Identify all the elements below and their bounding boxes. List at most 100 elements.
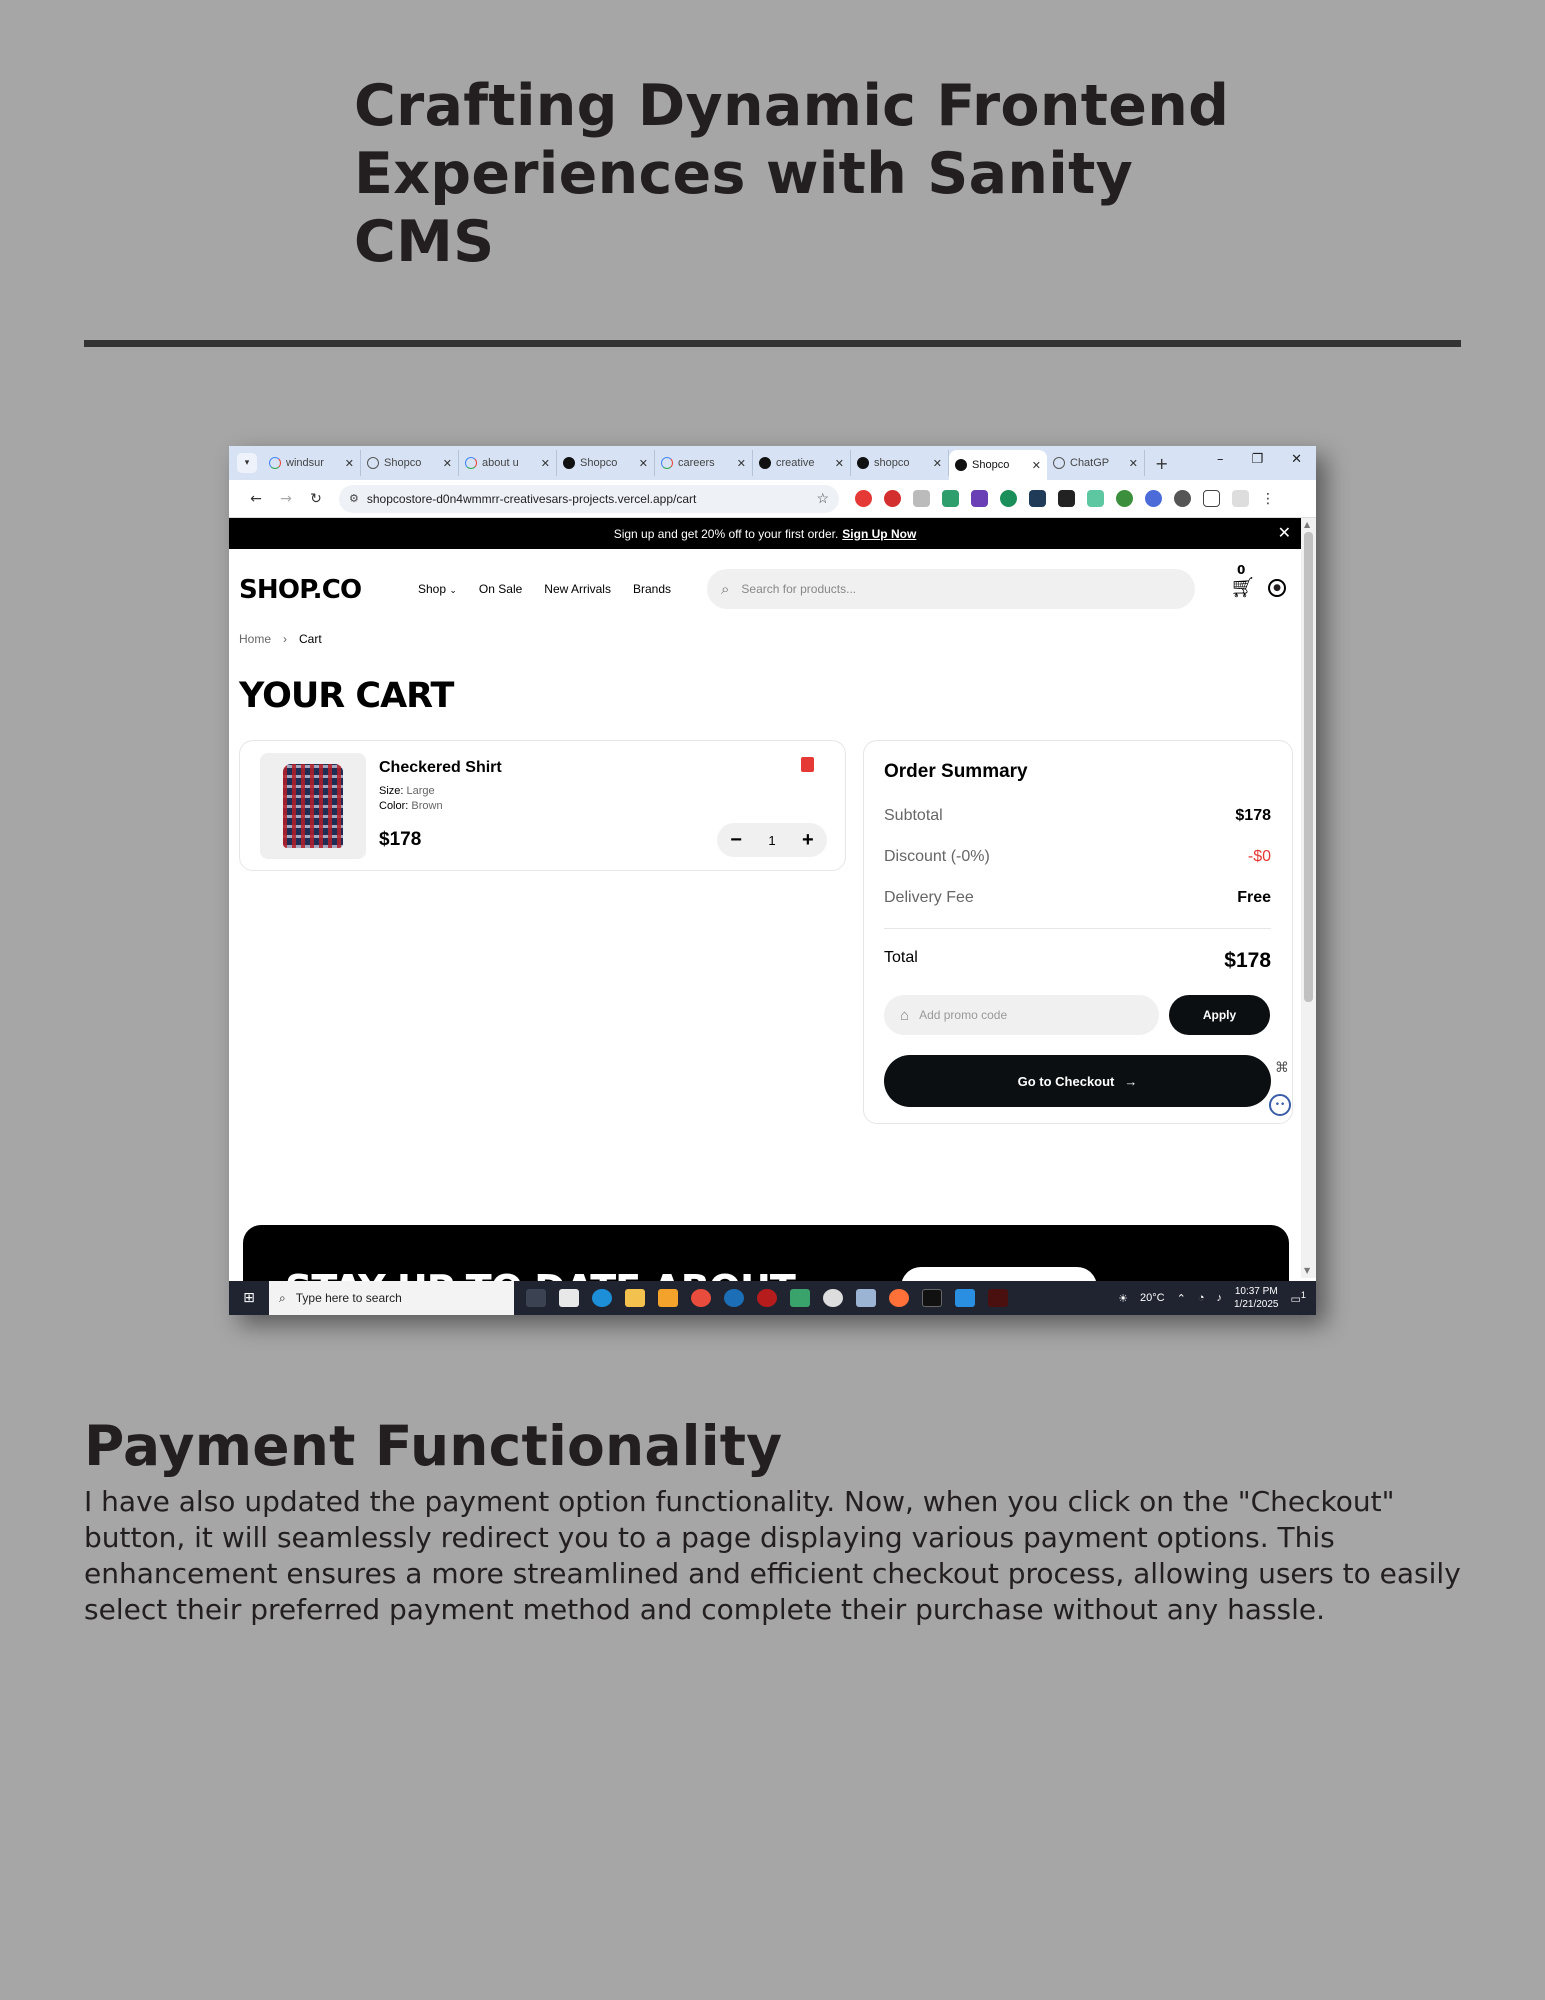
nav-on-sale[interactable]: On Sale: [479, 582, 522, 596]
c-app-icon[interactable]: [724, 1289, 744, 1307]
close-tab-icon[interactable]: ✕: [737, 457, 746, 470]
browser-tab[interactable]: Shopco ✕: [557, 450, 655, 476]
close-tab-icon[interactable]: ✕: [345, 457, 354, 470]
system-tray: ☀ 20°C ⌃ ◔ ♪ 10:37 PM 1/21/2025 ▭1: [1118, 1281, 1306, 1315]
green-extension-icon[interactable]: [942, 490, 959, 507]
close-tab-icon[interactable]: ✕: [443, 457, 452, 470]
close-banner-icon[interactable]: ✕: [1278, 523, 1291, 543]
delete-trash-icon[interactable]: [801, 757, 814, 772]
scroll-down-icon[interactable]: ▼: [1304, 1266, 1310, 1275]
cart-icon[interactable]: 🛒︎: [1230, 575, 1255, 599]
close-tab-icon[interactable]: ✕: [541, 457, 550, 470]
close-window-icon[interactable]: ✕: [1291, 452, 1302, 467]
leaf-extension-icon[interactable]: [1116, 490, 1133, 507]
nav-brands[interactable]: Brands: [633, 582, 671, 596]
browser-tab[interactable]: creative ✕: [753, 450, 851, 476]
go-to-checkout-button[interactable]: Go to Checkout →: [884, 1055, 1271, 1107]
network-icon[interactable]: ◔: [1198, 1292, 1205, 1304]
robot-extension-icon[interactable]: [1174, 490, 1191, 507]
mail-icon[interactable]: [559, 1289, 579, 1307]
color-value: Brown: [411, 800, 443, 812]
new-tab-plus-icon[interactable]: +: [1155, 454, 1168, 473]
page-scrollbar[interactable]: ▲ ▼: [1301, 518, 1316, 1278]
breadcrumb-separator-icon: ›: [283, 632, 288, 646]
breadcrumb-home[interactable]: Home: [239, 632, 271, 646]
system-clock[interactable]: 10:37 PM 1/21/2025: [1234, 1285, 1279, 1311]
floating-shortcut-icon[interactable]: ⌘: [1275, 1060, 1289, 1076]
bookmark-star-icon[interactable]: ☆: [816, 490, 829, 507]
close-tab-icon[interactable]: ✕: [1032, 459, 1041, 472]
nav-new-arrivals[interactable]: New Arrivals: [544, 582, 611, 596]
apply-button[interactable]: Apply: [1169, 995, 1270, 1035]
store-icon[interactable]: [658, 1289, 678, 1307]
firefox-icon[interactable]: [889, 1289, 909, 1307]
chatgpt-extension-icon[interactable]: [1000, 490, 1017, 507]
file-explorer-icon[interactable]: [625, 1289, 645, 1307]
browser-tab[interactable]: ChatGP ✕: [1047, 450, 1145, 476]
browser-menu-icon[interactable]: ⋮: [1261, 491, 1275, 507]
photos-icon[interactable]: [856, 1289, 876, 1307]
weather-icon[interactable]: ☀: [1118, 1292, 1128, 1305]
nav-shop[interactable]: Shop ⌄: [418, 582, 457, 596]
site-logo[interactable]: SHOP.CO: [239, 575, 362, 605]
address-bar[interactable]: ⚙ shopcostore-d0n4wmmrr-creativesars-pro…: [339, 484, 839, 513]
close-tab-icon[interactable]: ✕: [639, 457, 648, 470]
terminal-icon[interactable]: [922, 1289, 942, 1307]
weather-temp[interactable]: 20°C: [1140, 1292, 1165, 1304]
user-account-icon[interactable]: ●: [1268, 579, 1286, 597]
task-view-icon[interactable]: [526, 1289, 546, 1307]
restore-icon[interactable]: ❐: [1251, 452, 1263, 467]
windows-start-icon[interactable]: ⊞: [229, 1290, 269, 1306]
close-tab-icon[interactable]: ✕: [1129, 457, 1138, 470]
grid-extension-icon[interactable]: [1029, 490, 1046, 507]
reload-icon[interactable]: ↻: [301, 491, 331, 507]
product-search-input[interactable]: ⌕ Search for products...: [707, 569, 1195, 609]
scroll-up-icon[interactable]: ▲: [1304, 520, 1310, 529]
dark-extension-icon[interactable]: [1058, 490, 1075, 507]
browser-tab[interactable]: Shopco ✕: [361, 450, 459, 476]
paint-icon[interactable]: [790, 1289, 810, 1307]
breadcrumb: Home › Cart: [239, 632, 322, 646]
red-app-icon[interactable]: [757, 1289, 777, 1307]
quantity-stepper: − 1 +: [717, 823, 827, 857]
lines-extension-icon[interactable]: [1087, 490, 1104, 507]
edge-icon[interactable]: [592, 1289, 612, 1307]
nav-shop-label: Shop: [418, 582, 447, 596]
adblock-extension-icon[interactable]: [855, 490, 872, 507]
close-tab-icon[interactable]: ✕: [933, 457, 942, 470]
browser-tab[interactable]: shopco ✕: [851, 450, 949, 476]
back-arrow-icon[interactable]: ←: [241, 491, 271, 507]
site-info-icon[interactable]: ⚙: [349, 492, 359, 505]
tab-search-chevron-icon[interactable]: ▾: [237, 453, 257, 473]
decrement-minus-icon[interactable]: −: [730, 829, 742, 852]
volume-icon[interactable]: ♪: [1217, 1292, 1223, 1304]
increment-plus-icon[interactable]: +: [802, 829, 814, 852]
illustrator-icon[interactable]: [988, 1289, 1008, 1307]
browser-tab[interactable]: Shopco ✕: [949, 450, 1047, 480]
purple-extension-icon[interactable]: [971, 490, 988, 507]
taskbar-search[interactable]: ⌕ Type here to search: [269, 1281, 514, 1315]
product-name[interactable]: Checkered Shirt: [379, 759, 502, 777]
browser-tab[interactable]: careers ✕: [655, 450, 753, 476]
notification-icon[interactable]: ▭1: [1291, 1290, 1307, 1306]
product-image[interactable]: [260, 753, 366, 859]
camera-extension-icon[interactable]: [913, 490, 930, 507]
chrome-icon[interactable]: [691, 1289, 711, 1307]
document-title-line-1: Crafting Dynamic Frontend: [354, 73, 1230, 139]
browser-tab[interactable]: windsur ✕: [263, 450, 361, 476]
profile-icon[interactable]: [1232, 490, 1249, 507]
promo-code-input[interactable]: ⌂ Add promo code: [884, 995, 1159, 1035]
red-extension-icon[interactable]: [884, 490, 901, 507]
puzzle-extensions-icon[interactable]: [1203, 490, 1220, 507]
browser-tab[interactable]: about u ✕: [459, 450, 557, 476]
minimize-icon[interactable]: –: [1217, 452, 1224, 467]
tray-chevron-up-icon[interactable]: ⌃: [1177, 1292, 1186, 1305]
scroll-thumb[interactable]: [1304, 532, 1313, 1002]
close-tab-icon[interactable]: ✕: [835, 457, 844, 470]
sign-up-link[interactable]: Sign Up Now: [842, 527, 916, 541]
forward-arrow-icon[interactable]: →: [271, 491, 301, 507]
gear-extension-icon[interactable]: [1145, 490, 1162, 507]
vscode-icon[interactable]: [955, 1289, 975, 1307]
assistant-bot-icon[interactable]: ••: [1269, 1094, 1291, 1116]
settings-gear-icon[interactable]: [823, 1289, 843, 1307]
